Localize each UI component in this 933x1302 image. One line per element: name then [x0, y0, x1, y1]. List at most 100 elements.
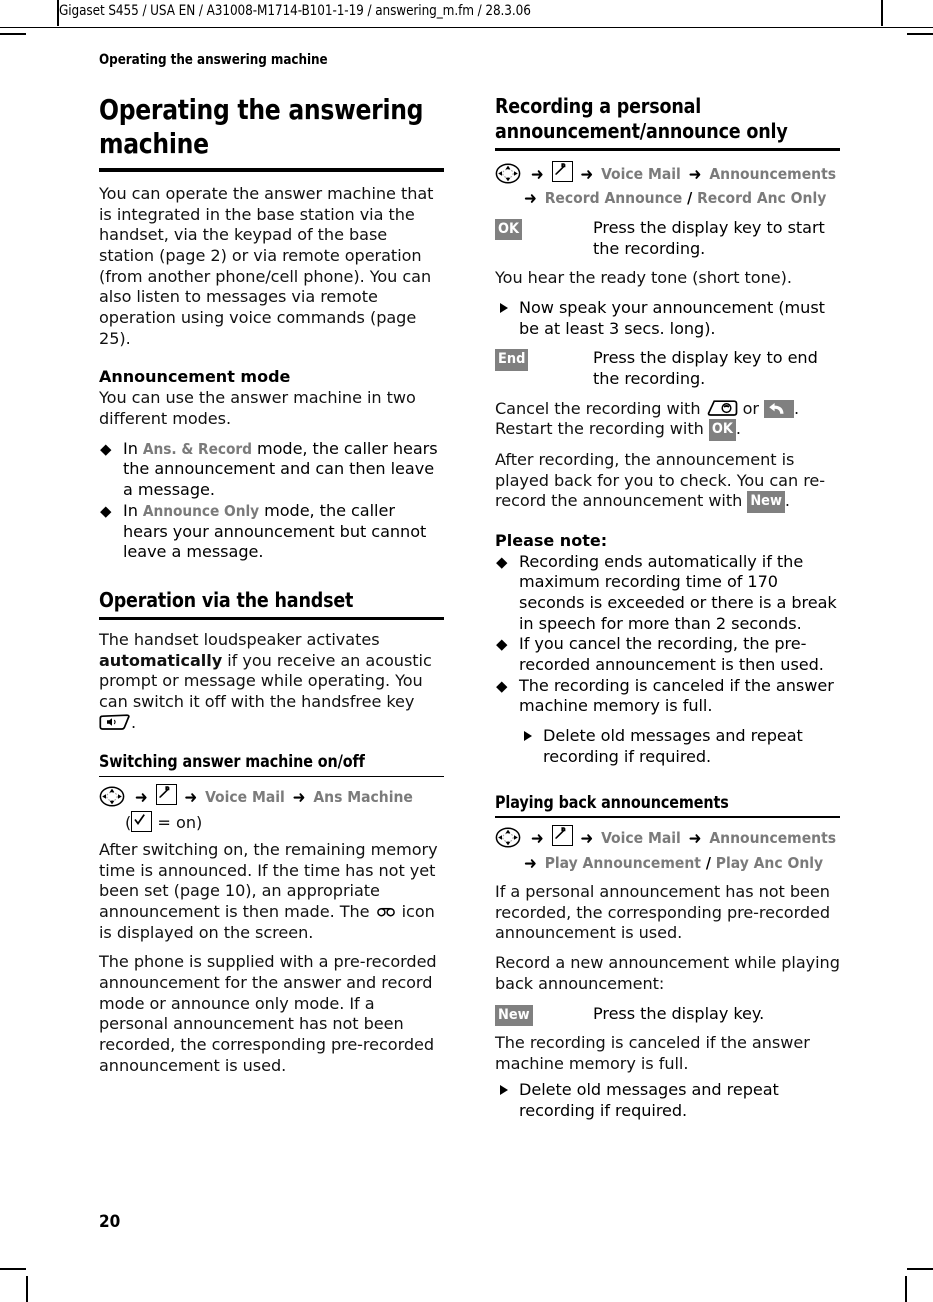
bullet-text-pre: In: [123, 438, 143, 458]
intro-paragraph: You can operate the answer machine that …: [99, 184, 434, 348]
key-row-ok: OK Press the display key to start the re…: [495, 218, 840, 259]
page-number: 20: [99, 1212, 121, 1232]
right-column: Recording a personal announcement/announ…: [495, 94, 840, 1131]
arrow-icon: ➜: [688, 828, 702, 849]
cropmark-bottom-right: [905, 1276, 907, 1302]
key-description: Press the display key to start the recor…: [593, 218, 825, 258]
key-cell: End: [495, 348, 593, 371]
note-text: = on): [152, 812, 203, 832]
cropmark-right-top: [907, 33, 933, 35]
menu-item-voice-mail[interactable]: Voice Mail: [601, 829, 681, 847]
display-key-back[interactable]: [764, 399, 795, 418]
running-head-rule: [0, 27, 933, 28]
display-key-new-inline[interactable]: New: [747, 491, 785, 513]
settings-key-icon[interactable]: [551, 824, 573, 846]
display-key-ok-inline[interactable]: OK: [708, 419, 736, 441]
menu-item-voice-mail[interactable]: Voice Mail: [601, 165, 681, 183]
title-rule: [99, 168, 444, 173]
key-row-end: End Press the display key to end the rec…: [495, 348, 840, 389]
playback-paragraph-2: Record a new announcement while playing …: [495, 953, 840, 993]
heading-recording-announcement: Recording a personal announcement/announ…: [495, 94, 788, 143]
handset-text-3: .: [131, 712, 137, 732]
menu-path-line-2: ➜ Record Announce / Record Anc Only: [495, 187, 840, 212]
cancel-paragraph: Cancel the recording with or . Restart t…: [495, 399, 840, 441]
ready-tone-paragraph: You hear the ready tone (short tone).: [495, 268, 792, 288]
settings-key-icon[interactable]: [551, 160, 573, 182]
display-key-new[interactable]: New: [495, 1004, 533, 1026]
settings-key-icon[interactable]: [155, 783, 177, 805]
key-description: Press the display key to end the recordi…: [593, 348, 818, 389]
arrow-icon: ➜: [292, 787, 306, 808]
menu-item-voice-mail[interactable]: Voice Mail: [205, 788, 285, 806]
heading-announcement-mode: Announcement mode: [99, 367, 291, 387]
announcement-mode-intro: You can use the answer machine in two di…: [99, 388, 416, 429]
cancel-text-4: .: [735, 419, 741, 439]
menu-path-line-2: ➜ Play Announcement / Play Anc Only: [495, 852, 840, 877]
menu-path-switching: ➜ ➜ Voice Mail ➜ Ans Machine ( = on): [99, 783, 444, 834]
step-list-speak: Now speak your announcement (must be at …: [495, 298, 840, 339]
menu-item-record-anc-only[interactable]: Record Anc Only: [697, 189, 826, 207]
handset-text-1: The handset loudspeaker activates: [99, 630, 380, 650]
ui-label: Ans. & Record: [142, 439, 252, 458]
key-cell: OK: [495, 218, 593, 241]
arrow-icon: ➜: [184, 787, 198, 808]
menu-item-announcements[interactable]: Announcements: [709, 829, 836, 847]
page-title: Operating the answering machine: [99, 94, 424, 160]
list-item: If you cancel the recording, the pre-rec…: [495, 634, 840, 675]
cancel-text-1: Cancel the recording with: [495, 398, 706, 418]
handset-paragraph: The handset loudspeaker activates automa…: [99, 630, 444, 733]
chapter-title: Operating the answering machine: [99, 52, 328, 68]
arrow-icon: ➜: [524, 189, 537, 210]
arrow-icon: ➜: [580, 164, 594, 185]
menu-item-record-announce[interactable]: Record Announce: [545, 189, 683, 207]
heading-playing-back-announcements: Playing back announcements: [495, 792, 729, 813]
menu-item-play-anc-only[interactable]: Play Anc Only: [716, 854, 823, 872]
arrow-icon: ➜: [530, 828, 544, 849]
arrow-icon: ➜: [530, 164, 544, 185]
running-head: Gigaset S455 / USA EN / A31008-M1714-B10…: [0, 2, 933, 26]
checkbox-checked-icon: [131, 810, 153, 832]
list-item: In Ans. & Record mode, the caller hears …: [99, 439, 444, 501]
list-item: Now speak your announcement (must be at …: [495, 298, 840, 339]
control-key-icon[interactable]: [495, 163, 521, 184]
menu-separator: /: [682, 189, 698, 208]
heading-switching-answer-machine: Switching answer machine on/off: [99, 751, 365, 772]
menu-path-playback: ➜ ➜ Voice Mail ➜ Announcements ➜ Play An…: [495, 824, 840, 877]
menu-item-ans-machine[interactable]: Ans Machine: [313, 788, 413, 806]
menu-path-recording: ➜ ➜ Voice Mail ➜ Announcements ➜ Record …: [495, 160, 840, 212]
cropmark-bottom-left: [26, 1276, 28, 1302]
left-column: Operating the answering machine You can …: [99, 94, 444, 1085]
handset-bold-word: automatically: [99, 650, 223, 670]
heading-rule-thin: [99, 775, 444, 777]
list-item: Delete old messages and repeat recording…: [519, 726, 840, 767]
list-item: Delete old messages and repeat recording…: [495, 1080, 840, 1121]
cropmark-right-bottom: [907, 1268, 933, 1270]
playback-paragraph-1: If a personal announcement has not been …: [495, 882, 831, 943]
display-key-ok[interactable]: OK: [495, 219, 523, 241]
arrow-icon: ➜: [524, 853, 537, 874]
handsfree-key-icon: [99, 713, 131, 731]
playback-paragraph-3: The recording is canceled if the answer …: [495, 1032, 810, 1073]
heading-please-note: Please note:: [495, 530, 608, 550]
display-key-end[interactable]: End: [495, 349, 529, 371]
heading-rule-thin: [495, 816, 840, 818]
after-recording-paragraph: After recording, the announcement is pla…: [495, 450, 840, 513]
cropmark-left-bottom: [0, 1268, 26, 1270]
menu-item-play-announcement[interactable]: Play Announcement: [545, 854, 701, 872]
ui-label: Announce Only: [142, 501, 260, 520]
answering-machine-tape-icon: [376, 902, 396, 917]
key-row-new: New Press the display key.: [495, 1004, 840, 1026]
switching-paragraph-2: The phone is supplied with a pre-recorde…: [99, 952, 437, 1075]
arrow-icon: ➜: [134, 787, 148, 808]
running-head-text: Gigaset S455 / USA EN / A31008-M1714-B10…: [59, 2, 531, 19]
menu-item-announcements[interactable]: Announcements: [709, 165, 836, 183]
key-cell: New: [495, 1004, 593, 1026]
arrow-icon: ➜: [580, 828, 594, 849]
control-key-icon[interactable]: [495, 827, 521, 848]
switching-paragraph-1: After switching on, the remaining memory…: [99, 840, 444, 943]
cropmark-left-top: [0, 33, 26, 35]
list-item: In Announce Only mode, the caller hears …: [99, 501, 444, 563]
control-key-icon[interactable]: [99, 786, 125, 807]
menu-separator: /: [700, 853, 716, 872]
menu-path-note: ( = on): [99, 810, 444, 834]
